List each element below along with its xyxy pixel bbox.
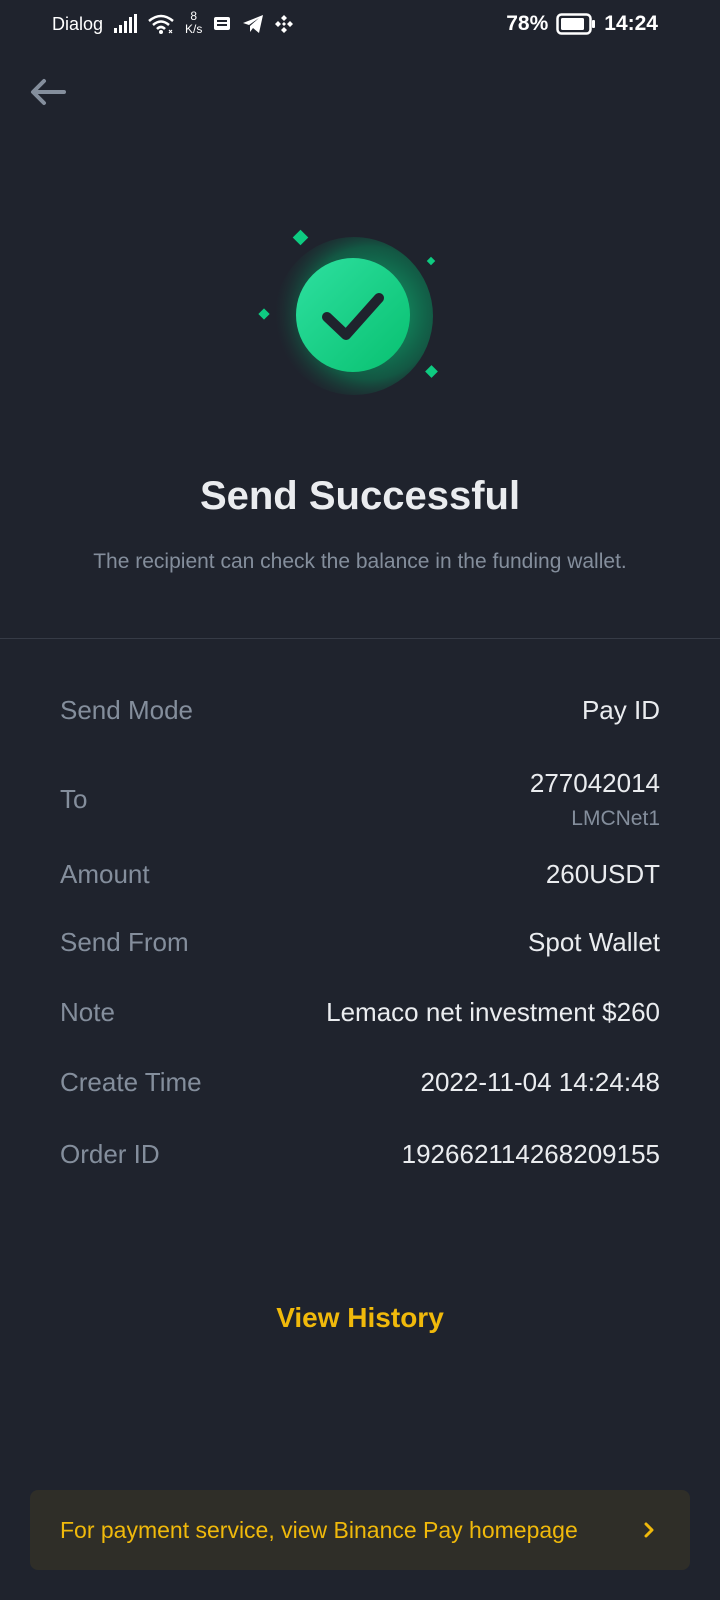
detail-value: Pay ID [581,694,660,725]
detail-value: Spot Wallet [528,926,660,957]
network-speed: 8 K/s [185,10,202,36]
detail-label: Amount [60,858,150,889]
detail-value: 260USDT [545,858,660,889]
transaction-details: Send Mode Pay ID To 277042014 LMCNet1 Am… [60,690,660,1174]
view-history-button[interactable]: View History [0,1302,720,1334]
speed-unit: K/s [185,22,203,36]
detail-label: Create Time [60,1066,202,1097]
recipient-info: 277042014 LMCNet1 [530,768,660,831]
detail-row-amount: Amount 260USDT [60,854,660,894]
detail-value: 2022-11-04 14:24:48 [420,1066,661,1097]
detail-label: Note [60,996,115,1027]
status-bar: Dialog 8 K/s 78% 14:24 [0,0,720,48]
recipient-pay-id: 277042014 [529,767,660,798]
battery-icon [556,13,596,35]
page-title: Send Successful [199,474,521,518]
detail-row-send-mode: Send Mode Pay ID [60,690,660,730]
detail-label: Send Mode [60,694,193,725]
signal-icon [113,14,138,34]
detail-row-send-from: Send From Spot Wallet [60,922,660,962]
chevron-right-icon [642,1521,656,1539]
back-button[interactable] [26,70,70,114]
detail-value: 192662114268209155 [401,1138,660,1169]
success-graphic [250,225,450,405]
binance-icon [274,14,294,34]
arrow-left-icon [31,79,66,105]
detail-row-to: To 277042014 LMCNet1 [60,758,660,840]
detail-label: Order ID [60,1138,160,1169]
detail-label: To [60,783,88,814]
detail-row-order-id: Order ID 192662114268209155 [60,1134,660,1174]
recipient-nickname: LMCNet1 [571,806,660,830]
detail-label: Send From [60,926,189,957]
battery-percent: 78% [506,12,549,35]
detail-row-note: Note Lemaco net investment $260 [60,992,660,1032]
page-subtitle: The recipient can check the balance in t… [93,550,627,573]
status-left: Dialog 8 K/s [52,10,294,36]
wifi-icon [147,13,175,35]
binance-pay-banner-text: For payment service, view Binance Pay ho… [60,1516,578,1543]
clock: 14:24 [604,12,658,35]
status-right: 78% 14:24 [506,12,658,36]
detail-value: Lemaco net investment $260 [326,996,660,1027]
binance-pay-banner[interactable]: For payment service, view Binance Pay ho… [30,1490,690,1570]
carrier-name: Dialog [52,13,104,34]
telegram-icon [242,14,264,34]
divider [0,638,720,639]
message-icon [212,15,232,33]
detail-row-create-time: Create Time 2022-11-04 14:24:48 [60,1062,660,1102]
